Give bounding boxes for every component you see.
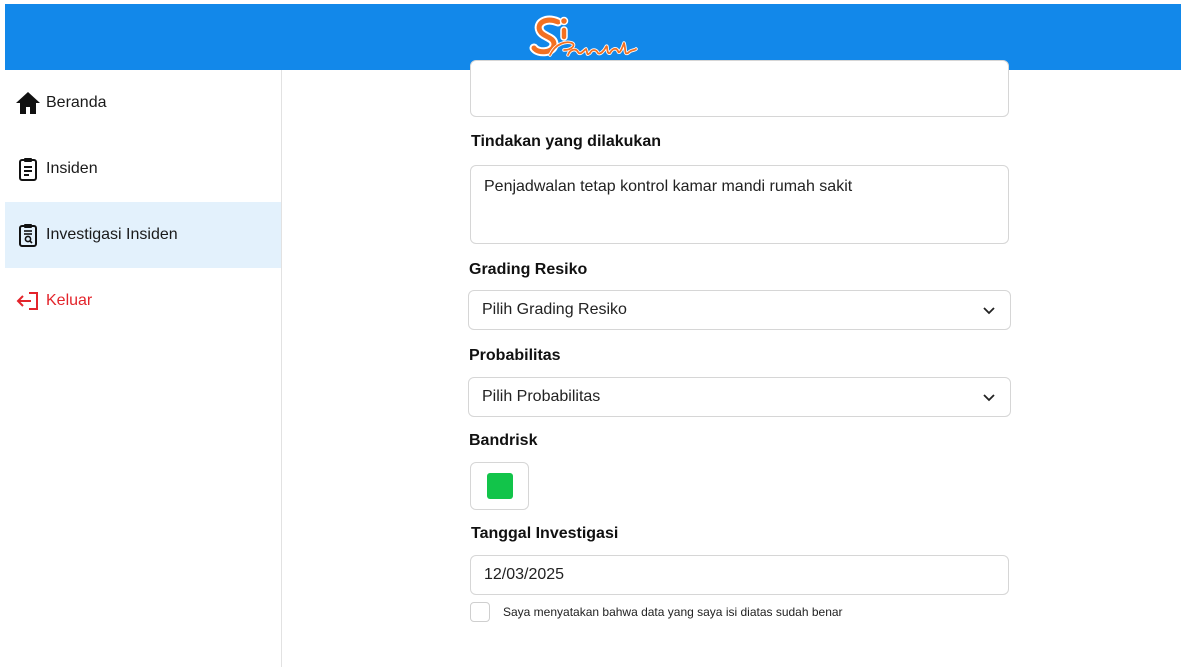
clipboard-search-icon [15,222,41,248]
clipboard-list-icon [15,156,41,182]
previous-textarea[interactable] [470,60,1009,117]
bandrisk-label: Bandrisk [469,432,538,449]
probabilitas-label: Probabilitas [469,347,561,364]
sidebar-item-investigasi-insiden[interactable]: Investigasi Insiden [5,202,281,268]
sidebar-item-label: Investigasi Insiden [46,226,178,243]
confirm-label: Saya menyatakan bahwa data yang saya isi… [503,605,843,619]
probabilitas-selected: Pilih Probabilitas [482,388,601,405]
sidebar: Beranda Insiden Investigasi Insiden Kelu… [5,70,282,667]
tanggal-input[interactable]: 12/03/2025 [470,555,1009,595]
tindakan-textarea[interactable]: Penjadwalan tetap kontrol kamar mandi ru… [470,165,1009,244]
chevron-down-icon [982,390,996,409]
grading-selected: Pilih Grading Resiko [482,301,627,318]
home-icon [15,90,41,116]
sidebar-item-beranda[interactable]: Beranda [5,70,281,136]
sidebar-item-label: Keluar [46,292,93,309]
tanggal-value: 12/03/2025 [484,566,565,583]
tindakan-label: Tindakan yang dilakukan [471,133,661,150]
tanggal-label: Tanggal Investigasi [471,525,619,542]
chevron-down-icon [982,303,996,322]
confirm-checkbox[interactable] [470,602,490,622]
grading-select[interactable]: Pilih Grading Resiko [468,290,1011,330]
bandrisk-swatch [486,473,513,499]
grading-label: Grading Resiko [469,261,588,278]
sidebar-item-keluar[interactable]: Keluar [5,268,281,334]
sidebar-item-label: Beranda [46,94,107,111]
probabilitas-select[interactable]: Pilih Probabilitas [468,377,1011,417]
bandrisk-color-picker[interactable] [470,462,529,510]
app-logo[interactable] [528,13,658,61]
sidebar-item-label: Insiden [46,160,98,177]
logout-icon [15,288,41,314]
sidebar-item-insiden[interactable]: Insiden [5,136,281,202]
confirm-row: Saya menyatakan bahwa data yang saya isi… [470,602,843,622]
